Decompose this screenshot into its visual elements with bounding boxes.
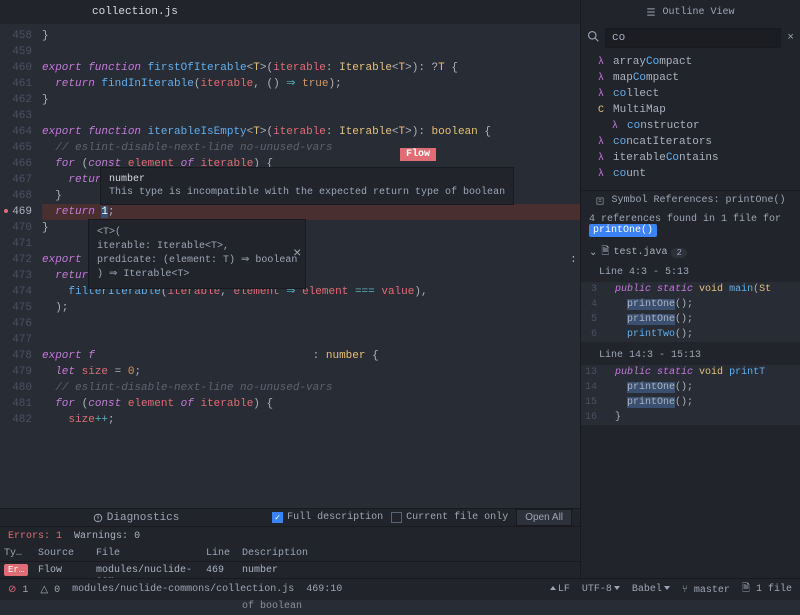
references-icon [595, 196, 605, 206]
diagnostics-icon [93, 513, 103, 523]
type-error-tooltip: number This type is incompatible with th… [100, 167, 514, 205]
status-errors[interactable]: ⊘ 1 [8, 584, 28, 596]
tooltip-body: This type is incompatible with the expec… [109, 187, 505, 198]
outline-item[interactable]: λmapCompact [581, 70, 800, 86]
outline-item[interactable]: λconstructor [581, 118, 800, 134]
chevron-down-icon: ⌄ [589, 247, 597, 259]
editor-pane: collection.js 45845946046146246346446546… [0, 0, 580, 600]
close-icon[interactable]: × [293, 247, 301, 261]
open-all-button[interactable]: Open All [516, 509, 572, 526]
warning-count: Warnings: 0 [74, 531, 140, 542]
signature-tooltip: <T>( iterable: Iterable<T>, predicate: (… [88, 219, 306, 289]
outline-header: Outline View [581, 0, 800, 24]
outline-list: λarrayCompactλmapCompactλcollectCMultiMa… [581, 52, 800, 190]
references-file[interactable]: ⌄ 🗎 test.java 2 [581, 240, 800, 265]
tab-bar: collection.js [0, 0, 580, 24]
status-files[interactable]: 🗎 1 file [742, 581, 792, 598]
outline-item[interactable]: λconcatIterators [581, 134, 800, 150]
outline-item[interactable]: λcollect [581, 86, 800, 102]
reference-location[interactable]: Line 14:3 - 15:13 [581, 348, 800, 363]
list-icon [646, 7, 656, 17]
full-description-checkbox[interactable]: ✓Full description [272, 512, 383, 523]
outline-item[interactable]: λarrayCompact [581, 54, 800, 70]
gutter: 4584594604614624634644654664674684694704… [0, 24, 42, 508]
outline-item[interactable]: λcount [581, 166, 800, 182]
tab-collection-js[interactable]: collection.js [80, 6, 190, 18]
tooltip-title: number [109, 174, 505, 185]
current-file-only-checkbox[interactable]: Current file only [391, 512, 508, 523]
outline-item[interactable]: CMultiMap [581, 102, 800, 118]
code-area[interactable]: 4584594604614624634644654664674684694704… [0, 24, 580, 508]
status-language[interactable]: Babel [632, 584, 670, 595]
status-warnings[interactable]: △ 0 [40, 584, 60, 596]
references-header: Symbol References: printOne() [581, 191, 800, 210]
flow-badge: Flow [400, 148, 436, 161]
col-source[interactable]: Source [34, 546, 92, 562]
file-icon: 🗎 [601, 244, 609, 261]
col-type[interactable]: Ty… [0, 546, 34, 562]
status-line-ending[interactable]: LF [548, 584, 570, 595]
search-icon [587, 30, 599, 46]
reference-location[interactable]: Line 4:3 - 5:13 [581, 265, 800, 280]
diagnostics-title: Diagnostics [93, 512, 180, 524]
col-line[interactable]: Line [202, 546, 238, 562]
status-cursor[interactable]: 469:10 [306, 584, 342, 595]
references-summary: 4 references found in 1 file for printOn… [581, 210, 800, 240]
right-pane: Outline View × λarrayCompactλmapCompactλ… [580, 0, 800, 600]
status-encoding[interactable]: UTF-8 [582, 584, 620, 595]
error-count: Errors: 1 [8, 531, 62, 542]
outline-search-input[interactable] [605, 28, 781, 48]
status-bar: ⊘ 1 △ 0 modules/nuclide-commons/collecti… [0, 578, 800, 600]
outline-item[interactable]: λiterableContains [581, 150, 800, 166]
col-file[interactable]: File [92, 546, 202, 562]
status-branch[interactable]: ⑂ master [682, 584, 730, 596]
col-description[interactable]: Description [238, 546, 580, 562]
clear-icon[interactable]: × [787, 32, 794, 44]
status-path[interactable]: modules/nuclide-commons/collection.js [72, 584, 294, 595]
